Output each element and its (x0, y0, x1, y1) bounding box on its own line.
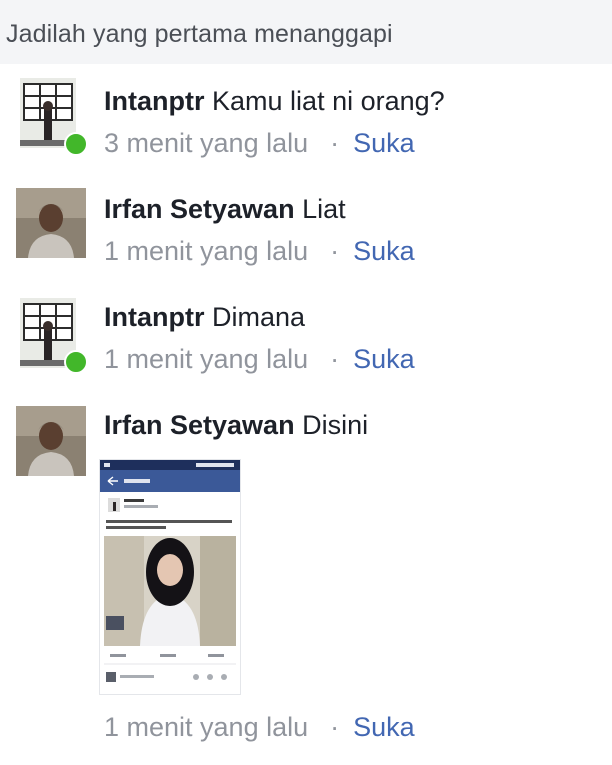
like-link[interactable]: Suka (353, 128, 415, 158)
comment-meta: 1 menit yang lalu · Suka (104, 236, 415, 267)
comment-meta: 1 menit yang lalu · Suka (104, 344, 415, 375)
online-status-icon (64, 350, 88, 374)
comment-time[interactable]: 1 menit yang lalu (104, 236, 308, 266)
comment-author[interactable]: Intanptr (104, 302, 205, 332)
comment-meta: 3 menit yang lalu · Suka (104, 128, 415, 159)
like-link[interactable]: Suka (353, 344, 415, 374)
comment-line: Irfan Setyawan Liat (104, 194, 346, 225)
meta-separator: · (330, 344, 340, 374)
comment-author[interactable]: Irfan Setyawan (104, 194, 295, 224)
comment-line: Intanptr Kamu liat ni orang? (104, 86, 445, 117)
like-link[interactable]: Suka (353, 712, 415, 742)
meta-separator: · (330, 236, 340, 266)
online-status-icon (64, 132, 88, 156)
comment-author[interactable]: Irfan Setyawan (104, 410, 295, 440)
like-link[interactable]: Suka (353, 236, 415, 266)
meta-separator: · (330, 128, 340, 158)
comment-line: Intanptr Dimana (104, 302, 305, 333)
comments-header: Jadilah yang pertama menanggapi (0, 0, 612, 64)
header-title: Jadilah yang pertama menanggapi (6, 20, 393, 48)
avatar[interactable] (16, 188, 86, 258)
comment-text: Kamu liat ni orang? (212, 86, 445, 116)
comment-time[interactable]: 1 menit yang lalu (104, 712, 308, 742)
comment-line: Irfan Setyawan Disini (104, 410, 368, 441)
attached-image[interactable] (100, 460, 240, 694)
comment-time[interactable]: 1 menit yang lalu (104, 344, 308, 374)
meta-separator: · (330, 712, 340, 742)
avatar[interactable] (16, 406, 86, 476)
comment-text: Liat (302, 194, 346, 224)
comment-meta: 1 menit yang lalu · Suka (104, 712, 415, 743)
comment-author[interactable]: Intanptr (104, 86, 205, 116)
comment-text: Disini (302, 410, 369, 440)
comment-time[interactable]: 3 menit yang lalu (104, 128, 308, 158)
comment-text: Dimana (212, 302, 306, 332)
